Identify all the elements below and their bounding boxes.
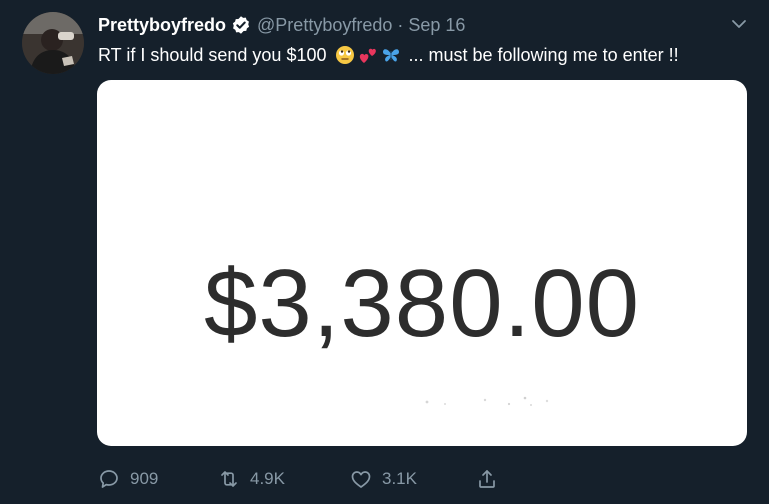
media-amount-text: $3,380.00 xyxy=(203,250,641,357)
display-name[interactable]: Prettyboyfredo xyxy=(98,15,226,36)
tweet-text: RT if I should send you $100 ... must be… xyxy=(98,42,679,68)
reply-button[interactable]: 909 xyxy=(98,466,158,492)
reply-icon xyxy=(98,468,120,490)
two-hearts-icon xyxy=(358,45,378,65)
tweet-actions: 909 4.9K 3.1K xyxy=(98,466,518,492)
tweet-text-start: RT if I should send you $100 xyxy=(98,44,327,65)
chevron-down-icon[interactable] xyxy=(729,14,749,34)
butterfly-icon xyxy=(381,45,401,65)
tweet-text-end: ... must be following me to enter !! xyxy=(408,44,679,65)
tweet-date[interactable]: Sep 16 xyxy=(408,15,465,36)
retweet-button[interactable]: 4.9K xyxy=(218,466,285,492)
share-icon xyxy=(476,468,498,490)
reply-count: 909 xyxy=(130,469,159,488)
verified-badge-icon xyxy=(231,15,251,35)
tweet-header: Prettyboyfredo @Prettyboyfredo · Sep 16 xyxy=(98,12,465,38)
retweet-icon xyxy=(218,468,240,490)
tweet-media-image[interactable]: $3,380.00 xyxy=(97,80,747,446)
handle[interactable]: @Prettyboyfredo xyxy=(257,15,392,36)
avatar[interactable] xyxy=(22,12,84,74)
like-button[interactable]: 3.1K xyxy=(350,466,417,492)
retweet-count: 4.9K xyxy=(250,469,285,488)
blurred-text-decoration xyxy=(425,396,549,406)
like-count: 3.1K xyxy=(382,469,417,488)
face-with-rolling-eyes-icon xyxy=(335,45,355,65)
separator-dot: · xyxy=(397,14,404,35)
share-button[interactable] xyxy=(476,466,498,492)
tweet-card[interactable]: Prettyboyfredo @Prettyboyfredo · Sep 16 … xyxy=(0,0,769,504)
heart-icon xyxy=(350,468,372,490)
